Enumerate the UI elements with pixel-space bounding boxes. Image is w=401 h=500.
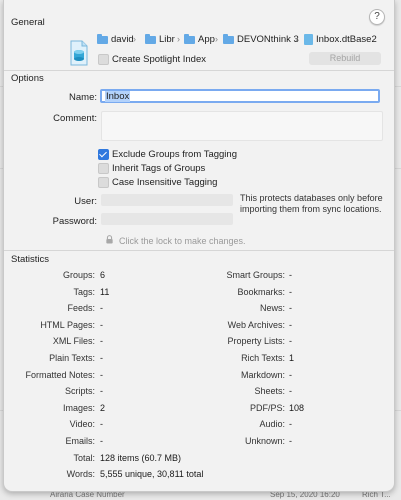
stat-label: Tags: [73,286,95,297]
stat-value: 2 [100,402,106,413]
stat-value: - [289,369,292,380]
case-insensitive-checkbox[interactable] [98,177,109,188]
database-properties-panel: ? General david › Libr › App › DEVONthin… [3,0,395,492]
stat-value: 11 [100,286,110,297]
stat-label: Formatted Notes: [25,369,95,380]
rebuild-button[interactable]: Rebuild [309,52,381,65]
stat-value: - [289,286,292,297]
stat-value: - [100,386,103,397]
stat-label: Scripts: [64,386,95,397]
inherit-tags-checkbox[interactable] [98,163,109,174]
stat-value: 6 [100,270,106,280]
stat-value: - [100,319,103,330]
user-label: User: [74,196,97,207]
sync-protection-note: This protects databases only before impo… [240,193,383,214]
stat-value: - [100,369,103,380]
stat-label: Bookmarks: [237,286,285,297]
stat-value: 108 [289,402,305,413]
stat-label: Smart Groups: [226,270,285,280]
chevron-right-icon: › [133,34,136,44]
stat-value: - [289,303,292,314]
stat-value: - [100,419,103,430]
general-section-title: General [11,17,45,28]
comment-label: Comment: [53,113,97,124]
stat-value: 1 [289,353,295,363]
password-field[interactable] [101,213,233,225]
stat-value: - [289,336,292,347]
case-insensitive-label: Case Insensitive Tagging [112,177,218,188]
stat-label: Total: [73,452,95,463]
database-file-icon [304,34,313,45]
folder-icon [184,33,195,44]
statistics-section-title: Statistics [11,254,50,265]
stat-label: Emails: [65,436,95,446]
stat-value: - [100,436,103,446]
stat-value: - [100,353,103,363]
stat-value: 128 items (60.7 MB) [100,452,182,463]
stat-label: Words: [66,469,95,480]
user-field[interactable] [101,194,233,206]
comment-field[interactable] [101,111,383,141]
name-field-value: Inbox [105,91,131,102]
breadcrumb-item-library[interactable]: Libr [145,33,175,45]
options-section-title: Options [11,73,44,84]
create-spotlight-index-label: Create Spotlight Index [112,54,207,65]
breadcrumb-item-application-support[interactable]: App [184,33,215,45]
chevron-right-icon: › [295,34,298,44]
chevron-right-icon: › [215,34,218,44]
stat-label: Sheets: [254,386,285,397]
database-icon [70,40,88,66]
inherit-tags-label: Inherit Tags of Groups [112,163,206,174]
stat-value: - [289,319,292,330]
exclude-groups-checkbox[interactable] [98,149,109,160]
stat-label: HTML Pages: [40,319,95,330]
stat-label: Markdown: [240,369,285,380]
stat-value: - [289,386,292,397]
section-divider [4,250,394,251]
stat-label: Web Archives: [227,319,285,330]
exclude-groups-label: Exclude Groups from Tagging [112,149,237,160]
stat-value: - [100,303,103,314]
folder-icon [223,33,234,44]
help-button[interactable]: ? [369,9,385,25]
stat-label: Rich Texts: [241,353,285,363]
stat-label: Groups: [62,270,95,280]
stat-label: Unknown: [244,436,285,446]
stat-label: News: [259,303,285,314]
stat-label: Video: [69,419,95,430]
name-field[interactable]: Inbox [100,89,380,103]
stat-value: - [289,436,292,446]
stat-label: Feeds: [67,303,95,314]
password-label: Password: [52,216,97,227]
create-spotlight-index-checkbox[interactable] [98,54,109,65]
stat-label: Property Lists: [227,336,285,347]
section-divider [4,70,394,71]
breadcrumb-item-david[interactable]: david [97,33,134,45]
stat-label: Plain Texts: [49,353,95,363]
folder-icon [145,33,156,44]
stat-value: 5,555 unique, 30,811 total [100,469,204,480]
name-label: Name: [69,92,97,103]
stat-value: - [100,336,103,347]
lock-hint-text: Click the lock to make changes. [119,236,246,246]
stat-label: Images: [62,402,95,413]
stat-label: XML Files: [52,336,95,347]
lock-icon[interactable] [105,235,114,244]
stat-label: PDF/PS: [249,402,285,413]
stat-value: - [289,270,292,280]
folder-icon [97,33,108,44]
breadcrumb-item-database-file[interactable]: Inbox.dtBase2 [304,34,377,45]
breadcrumb-item-devonthink[interactable]: DEVONthink 3 [223,33,299,45]
stat-value: - [289,419,292,430]
chevron-right-icon: › [177,34,180,44]
stat-label: Audio: [259,419,285,430]
